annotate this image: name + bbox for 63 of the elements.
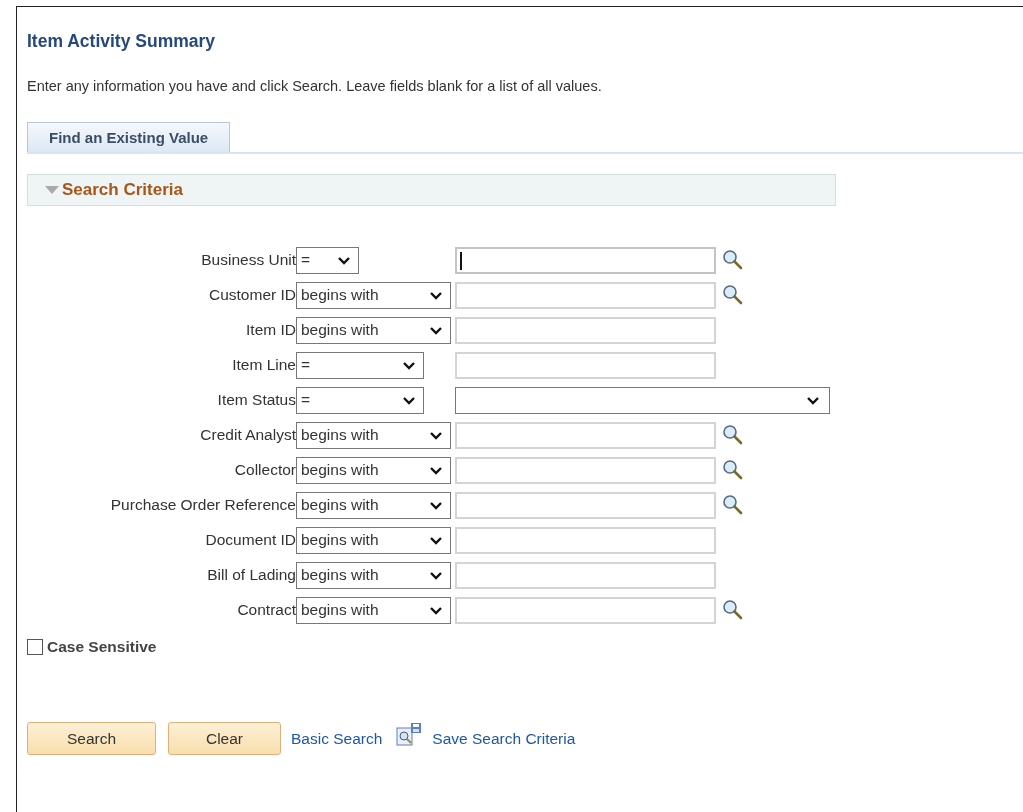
- search-button[interactable]: Search: [27, 722, 156, 755]
- caret-icon[interactable]: [428, 464, 444, 476]
- input-field[interactable]: [455, 491, 716, 519]
- field-label: Purchase Order Reference: [109, 496, 296, 514]
- clear-button[interactable]: Clear: [168, 722, 281, 755]
- search-icon[interactable]: [722, 599, 744, 621]
- search-icon[interactable]: [722, 424, 744, 446]
- status-select[interactable]: [455, 386, 830, 414]
- search-icon[interactable]: [722, 459, 744, 481]
- caret-icon[interactable]: [428, 429, 444, 441]
- input-field[interactable]: [455, 561, 716, 589]
- caret-icon[interactable]: [428, 289, 444, 301]
- field-label: Business Unit: [200, 251, 296, 269]
- save-search-icon[interactable]: [396, 722, 423, 747]
- input-field[interactable]: [455, 456, 716, 484]
- tab[interactable]: Find an Existing Value: [27, 122, 231, 152]
- operator-select[interactable]: begins with: [296, 316, 451, 344]
- caret-icon[interactable]: [428, 604, 444, 616]
- link[interactable]: Save Search Criteria: [432, 729, 576, 748]
- input-field[interactable]: [455, 421, 716, 449]
- field-label: Bill of Lading: [206, 566, 296, 584]
- operator-select[interactable]: begins with: [296, 491, 451, 519]
- field-label: Contract: [236, 601, 296, 619]
- caret-icon[interactable]: [428, 499, 444, 511]
- input-field[interactable]: [455, 316, 716, 344]
- caret-icon[interactable]: [401, 359, 417, 371]
- input-field[interactable]: [455, 526, 716, 554]
- checkbox[interactable]: [27, 639, 43, 655]
- field-label: Collector: [233, 461, 296, 479]
- checkbox-label: Case Sensitive: [47, 638, 157, 656]
- caret-icon[interactable]: [428, 534, 444, 546]
- caret-icon[interactable]: [428, 569, 444, 581]
- caret-icon[interactable]: [401, 394, 417, 406]
- operator-select[interactable]: begins with: [296, 281, 451, 309]
- operator-select[interactable]: begins with: [296, 456, 451, 484]
- caret-icon[interactable]: [805, 394, 821, 406]
- link[interactable]: Basic Search: [291, 729, 383, 748]
- field-label: Customer ID: [208, 286, 296, 304]
- operator-select[interactable]: begins with: [296, 421, 451, 449]
- field-label: Item ID: [245, 321, 296, 339]
- caret-icon[interactable]: [428, 324, 444, 336]
- input-field[interactable]: [455, 596, 716, 624]
- field-label: Item Line: [231, 356, 296, 374]
- search-icon[interactable]: [722, 494, 744, 516]
- operator-select[interactable]: begins with: [296, 526, 451, 554]
- instructions-text: Enter any information you have and click Search. Leave fields blank for a list of all values.: [27, 78, 603, 94]
- field-label: Credit Analyst: [199, 426, 296, 444]
- operator-select[interactable]: begins with: [296, 561, 451, 589]
- search-icon[interactable]: [722, 249, 744, 271]
- operator-select[interactable]: =: [296, 351, 424, 379]
- field-label: Item Status: [216, 391, 296, 409]
- section-header[interactable]: Search Criteria: [27, 174, 836, 206]
- search-icon[interactable]: [722, 284, 744, 306]
- input-field[interactable]: [455, 281, 716, 309]
- input-field[interactable]: [455, 351, 716, 379]
- operator-select[interactable]: =: [296, 246, 359, 274]
- caret-icon[interactable]: [336, 254, 352, 266]
- operator-select[interactable]: begins with: [296, 596, 451, 624]
- section-title: Search Criteria: [62, 180, 183, 200]
- field-label: Document ID: [204, 531, 296, 549]
- input-field[interactable]: [455, 246, 716, 274]
- operator-select[interactable]: =: [296, 386, 424, 414]
- page-title: Item Activity Summary: [27, 31, 217, 52]
